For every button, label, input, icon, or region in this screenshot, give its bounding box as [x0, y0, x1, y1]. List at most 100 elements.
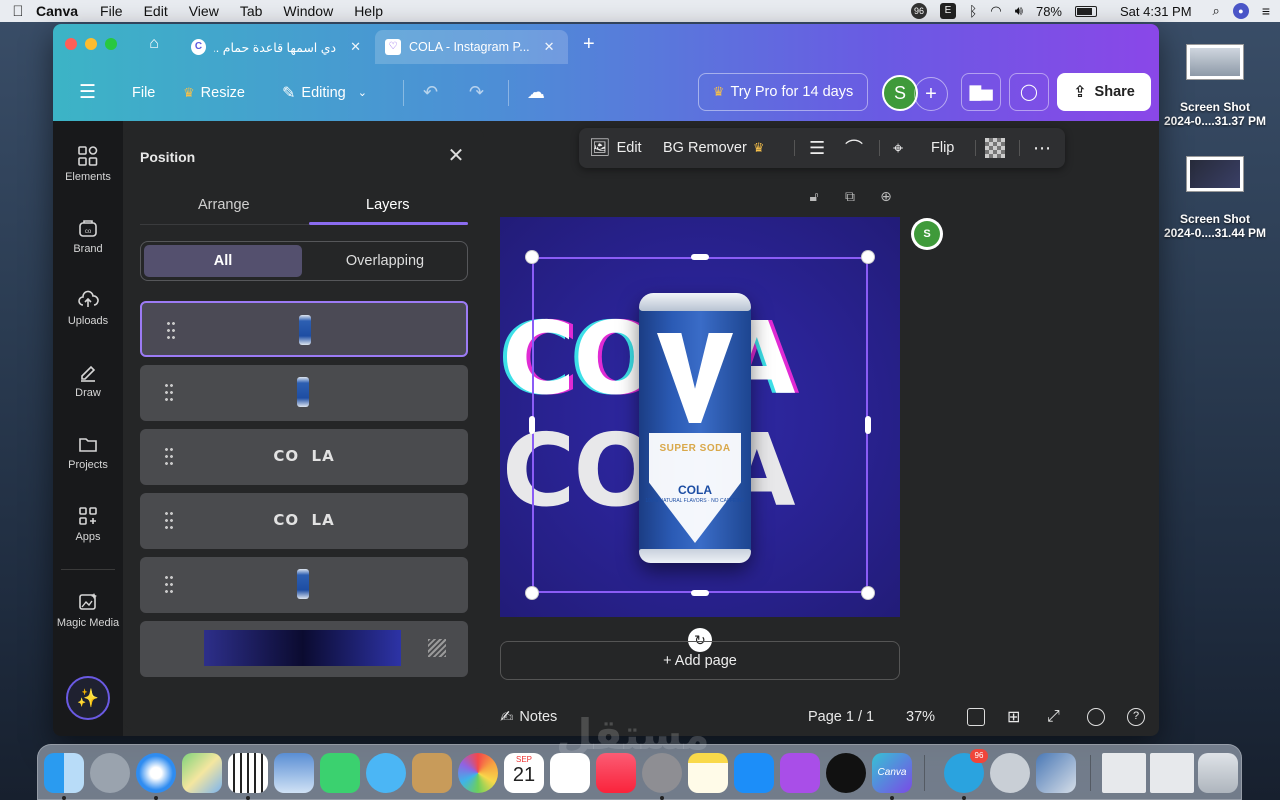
close-window-button[interactable] [65, 38, 77, 50]
page-indicator[interactable]: Page 1 / 1 [808, 704, 874, 730]
finder-icon[interactable] [44, 753, 84, 793]
selection-box[interactable] [532, 257, 868, 593]
user-avatar[interactable]: S [882, 75, 918, 111]
app-store-icon[interactable] [734, 753, 774, 793]
undo-button[interactable]: ↶ [423, 64, 438, 121]
rail-draw[interactable]: Draw [53, 361, 123, 399]
resize-handle-bottom-right[interactable] [862, 587, 874, 599]
main-menu-button[interactable]: ☰ [79, 64, 96, 121]
check-button[interactable] [1087, 704, 1105, 730]
photos-icon[interactable] [458, 753, 498, 793]
system-settings-icon[interactable] [642, 753, 682, 793]
browser-tab-cola[interactable]: ♡ COLA - Instagram P... ✕ [375, 30, 568, 64]
magic-assistant-button[interactable]: ✨ [66, 676, 110, 720]
cloud-save-status[interactable]: ☁ [527, 64, 545, 121]
menu-file[interactable]: File [100, 3, 123, 19]
resize-button[interactable]: ♛ Resize [183, 64, 245, 121]
status-badge-icon[interactable]: 96 [911, 3, 928, 19]
bg-remover-button[interactable]: BG Remover ♛ [663, 128, 764, 168]
file-menu-button[interactable]: File [132, 64, 155, 121]
rail-magic-media[interactable]: Magic Media [53, 591, 123, 629]
browser-tab-arabic[interactable]: C دي اسمها قاعدة حمام ... ✕ [181, 30, 371, 64]
rail-brand[interactable]: co Brand [53, 217, 123, 255]
desktop-screenshot-1[interactable]: Screen Shot 2024-0....31.37 PM [1155, 44, 1275, 128]
script-editor-icon[interactable]: E [940, 3, 957, 19]
page-view-button[interactable] [967, 704, 985, 730]
comments-button[interactable]: ◯ [1009, 73, 1049, 111]
home-icon[interactable]: ⌂ [143, 33, 165, 55]
layer-row[interactable]: CO LA [140, 429, 468, 485]
wifi-icon[interactable]: ◠ [990, 3, 1001, 19]
close-icon[interactable]: ✕ [446, 146, 466, 166]
apple-tv-icon[interactable] [826, 753, 866, 793]
maps-icon[interactable] [182, 753, 222, 793]
layer-row-background[interactable] [140, 621, 468, 677]
close-tab-icon[interactable]: ✕ [544, 39, 555, 55]
podcasts-icon[interactable] [780, 753, 820, 793]
resize-handle-top-left[interactable] [526, 251, 538, 263]
corner-rounding-button[interactable]: ⌒ [845, 128, 863, 168]
new-tab-button[interactable]: + [583, 33, 595, 56]
duplicate-icon[interactable]: ⧉ [841, 188, 859, 206]
battery-icon[interactable] [1075, 5, 1097, 17]
resize-handle-bottom[interactable] [691, 590, 709, 596]
editing-mode-dropdown[interactable]: ✎ Editing ⌄ [282, 64, 367, 121]
notes-app-icon[interactable] [688, 753, 728, 793]
redo-button[interactable]: ↷ [469, 64, 484, 121]
edit-image-button[interactable]: 🖼︎ Edit [589, 128, 642, 168]
add-page-button[interactable]: + Add page [500, 641, 900, 680]
resize-handle-bottom-left[interactable] [526, 587, 538, 599]
rail-projects[interactable]: Projects [53, 433, 123, 471]
drag-handle-icon[interactable] [164, 574, 174, 594]
resize-handle-left[interactable] [529, 416, 535, 434]
resize-handle-top-right[interactable] [862, 251, 874, 263]
rail-apps[interactable]: Apps [53, 505, 123, 543]
bluetooth-icon[interactable]: ᛒ [969, 3, 977, 19]
background-lock-icon[interactable] [428, 639, 446, 657]
desktop-screenshot-2[interactable]: Screen Shot 2024-0....31.44 PM [1155, 156, 1275, 240]
share-button[interactable]: ⇪ Share [1057, 73, 1151, 111]
notebook-icon[interactable] [412, 753, 452, 793]
safari-icon[interactable] [136, 753, 176, 793]
add-page-icon[interactable]: ⊕ [877, 188, 895, 206]
drag-handle-icon[interactable] [166, 320, 176, 340]
fullscreen-button[interactable]: ⤢ [1047, 704, 1060, 730]
try-pro-button[interactable]: ♛ Try Pro for 14 days [698, 73, 868, 111]
more-options-button[interactable]: ⋯ [1033, 128, 1051, 168]
close-tab-icon[interactable]: ✕ [350, 39, 361, 55]
control-center-icon[interactable]: ≡ [1262, 3, 1270, 19]
minimized-window-1[interactable] [1102, 753, 1146, 793]
flip-button[interactable]: Flip [931, 128, 954, 168]
zoom-level[interactable]: 37% [906, 704, 935, 730]
tab-layers[interactable]: Layers [366, 197, 410, 213]
lock-icon[interactable]: 🔓︎ [805, 188, 823, 206]
invite-plus-button[interactable]: + [914, 77, 948, 111]
menu-window[interactable]: Window [283, 3, 333, 19]
music-icon[interactable] [596, 753, 636, 793]
launchpad-icon[interactable] [90, 753, 130, 793]
siri-icon[interactable]: ● [1232, 3, 1249, 19]
apple-logo-icon[interactable]:  [0, 3, 36, 20]
menu-view[interactable]: View [189, 3, 219, 19]
image-capture-icon[interactable] [1036, 753, 1076, 793]
menu-tab[interactable]: Tab [240, 3, 263, 19]
crop-button[interactable]: ⌖ [893, 128, 903, 168]
menu-app-canva[interactable]: Canva [36, 3, 78, 19]
preview-icon[interactable] [274, 753, 314, 793]
resize-handle-right[interactable] [865, 416, 871, 434]
border-style-button[interactable]: ☰ [809, 128, 825, 168]
filter-all-button[interactable]: All [144, 245, 302, 277]
canva-app-icon[interactable]: Canva [872, 753, 912, 793]
resize-handle-top[interactable] [691, 254, 709, 260]
telegram-icon[interactable]: 96 [944, 749, 988, 793]
transparency-button[interactable] [985, 128, 1005, 168]
facetime-icon[interactable] [320, 753, 360, 793]
battery-percent[interactable]: 78% [1036, 4, 1062, 19]
layer-row[interactable]: CO LA [140, 493, 468, 549]
spotlight-search-icon[interactable]: ⌕ [1213, 3, 1220, 19]
layer-row[interactable] [140, 365, 468, 421]
menu-edit[interactable]: Edit [144, 3, 168, 19]
volume-icon[interactable]: 🔊︎ [1015, 3, 1023, 19]
clock[interactable]: Sat 4:31 PM [1120, 4, 1192, 19]
reminders-icon[interactable] [550, 753, 590, 793]
